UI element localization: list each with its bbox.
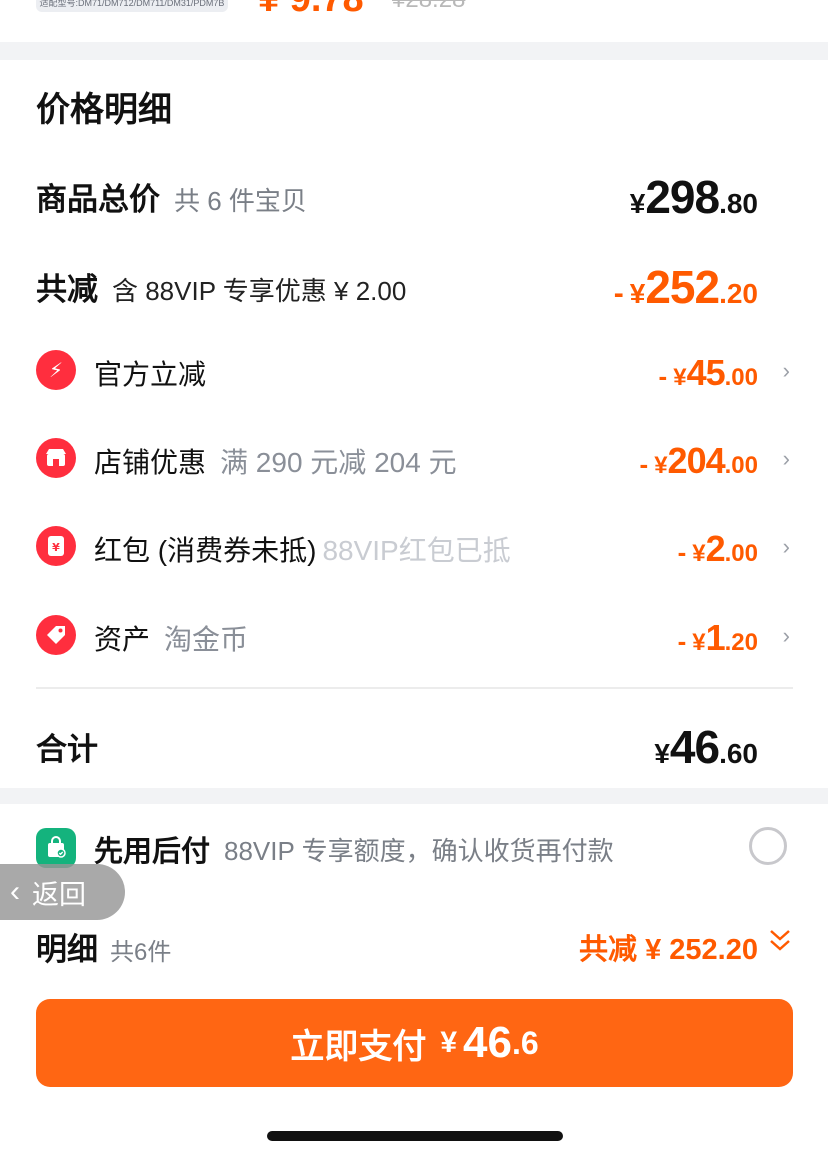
currency-symbol: ¥ — [629, 188, 646, 219]
discount-item-label: 红包 (消费券未抵) — [94, 535, 317, 566]
goods-total-amount: ¥298.80 — [630, 170, 758, 224]
amount-dec: .20 — [724, 629, 758, 656]
back-button[interactable]: ‹ 返回 — [0, 864, 125, 920]
divider — [36, 687, 793, 689]
red-packet-icon: ¥ — [36, 526, 76, 566]
product-row-partial: 适配型号:DM71/DM712/DM711/DM31/PDM7B ¥ 9.78 … — [0, 0, 828, 42]
amount-int: 46 — [669, 721, 720, 773]
discount-item-red-packet[interactable]: ¥ 红包 (消费券未抵) 88VIP红包已抵 - ¥2.00 › — [0, 524, 828, 574]
pay-amount-dec: .6 — [511, 1024, 539, 1061]
minus-sign: - — [677, 537, 687, 567]
double-chevron-down-icon[interactable] — [768, 928, 792, 960]
chevron-right-icon: › — [782, 446, 790, 471]
currency-symbol: ¥ — [692, 540, 706, 567]
pay-amount-int: 46 — [463, 1018, 512, 1067]
discount-item-official[interactable]: ⚡ 官方立减 - ¥45.00 › — [0, 348, 828, 398]
goods-total-label: 商品总价 — [36, 182, 160, 217]
discount-item-amount: - ¥1.20 — [678, 617, 758, 659]
discount-item-amount: - ¥204.00 — [640, 440, 758, 482]
pay-now-button[interactable]: 立即支付 ¥46.6 — [36, 999, 793, 1087]
minus-sign: - — [677, 626, 687, 656]
price-detail-title: 价格明细 — [36, 91, 172, 129]
section-gap — [0, 788, 828, 804]
amount-dec: .00 — [724, 452, 758, 479]
product-original-price: ¥28.28 — [392, 0, 465, 14]
amount-int: 204 — [667, 440, 726, 481]
chevron-left-icon: ‹ — [10, 875, 20, 908]
vip-discount-note: 含 88VIP 专享优惠 ¥ 2.00 — [112, 276, 407, 306]
asset-type: 淘金币 — [164, 624, 249, 655]
detail-item-count: 共6件 — [110, 939, 172, 966]
currency-symbol: ¥ — [654, 738, 670, 769]
discount-item-amount: - ¥45.00 — [659, 352, 758, 394]
lightning-icon: ⚡ — [36, 350, 76, 390]
red-packet-note: 88VIP红包已抵 — [322, 535, 511, 566]
amount-dec: .20 — [719, 278, 758, 309]
chevron-right-icon: › — [782, 358, 790, 383]
minus-sign: - — [639, 449, 649, 479]
amount-dec: .60 — [719, 738, 758, 769]
currency-symbol: ¥ — [629, 278, 646, 309]
chevron-right-icon: › — [782, 534, 790, 559]
pay-now-label: 立即支付 — [290, 1027, 427, 1066]
amount-dec: .00 — [724, 364, 758, 391]
detail-summary[interactable]: 明细 共6件 — [36, 924, 171, 969]
amount-int: 252 — [645, 261, 720, 313]
home-indicator[interactable] — [267, 1131, 563, 1141]
grand-total-amount: ¥46.60 — [654, 720, 758, 774]
currency-symbol: ¥ — [654, 452, 668, 479]
grand-total-label: 合计 — [36, 732, 98, 767]
pay-later-label: 先用后付 — [94, 836, 211, 868]
discount-item-amount: - ¥2.00 — [678, 528, 758, 570]
discount-condition: 满 290 元减 204 元 — [220, 447, 457, 478]
amount-int: 45 — [686, 352, 726, 393]
minus-sign: - — [613, 277, 624, 310]
amount-dec: .00 — [724, 540, 758, 567]
amount-dec: .80 — [719, 188, 758, 219]
amount-int: 298 — [645, 171, 720, 223]
currency-symbol: ¥ — [673, 364, 687, 391]
svg-text:¥: ¥ — [52, 541, 60, 554]
shop-icon — [36, 438, 76, 478]
chevron-right-icon: › — [782, 623, 790, 648]
detail-label: 明细 — [36, 932, 98, 967]
amount-int: 1 — [705, 617, 726, 658]
currency-symbol: ¥ — [692, 629, 706, 656]
tag-icon — [36, 615, 76, 655]
goods-count: 共 6 件宝贝 — [174, 186, 307, 216]
product-thumbnail[interactable]: 适配型号:DM71/DM712/DM711/DM31/PDM7B — [36, 0, 228, 12]
total-discount-label: 共减 — [36, 272, 98, 307]
detail-savings[interactable]: 共减 ¥ 252.20 — [579, 926, 758, 968]
discount-item-label: 资产 — [94, 624, 151, 655]
discount-item-assets[interactable]: 资产 淘金币 - ¥1.20 › — [0, 613, 828, 663]
total-discount-amount: - ¥252.20 — [614, 260, 758, 314]
pay-later-radio[interactable] — [749, 827, 787, 865]
discount-item-shop[interactable]: 店铺优惠满 290 元减 204 元 - ¥204.00 › — [0, 436, 828, 486]
currency-symbol: ¥ — [440, 1026, 458, 1059]
amount-int: 2 — [705, 528, 726, 569]
minus-sign: - — [658, 361, 668, 391]
section-gap — [0, 42, 828, 60]
product-model-text: 适配型号:DM71/DM712/DM711/DM31/PDM7B — [39, 0, 225, 8]
product-price: ¥ 9.78 — [258, 0, 364, 21]
discount-item-label: 店铺优惠 — [94, 447, 207, 478]
shopping-bag-icon — [36, 828, 76, 868]
discount-item-label: 官方立减 — [94, 359, 207, 390]
pay-later-description: 88VIP 专享额度，确认收货再付款 — [224, 836, 614, 866]
back-label: 返回 — [32, 879, 86, 910]
